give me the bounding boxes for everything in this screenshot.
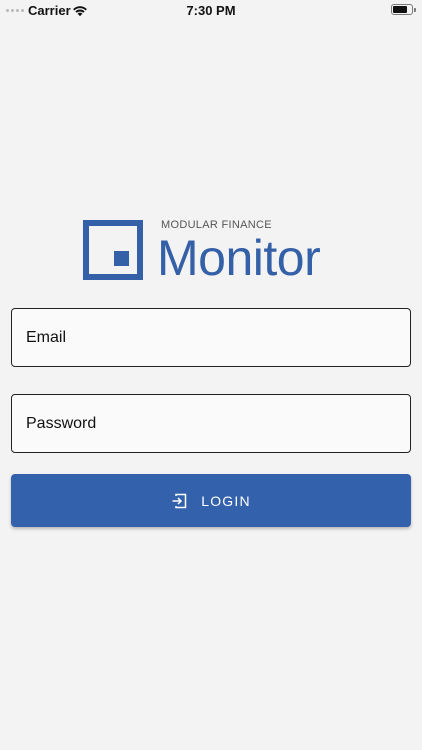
battery-level (393, 6, 408, 13)
status-bar: Carrier 7:30 PM (0, 0, 422, 22)
logo-product-name: Monitor (157, 230, 321, 286)
status-time: 7:30 PM (186, 3, 236, 18)
password-input[interactable] (11, 394, 411, 453)
app-logo: MODULAR FINANCE Monitor (83, 216, 343, 286)
logo-mark-dot (114, 251, 129, 266)
battery-tip (414, 8, 416, 12)
login-button-label: LOGIN (201, 492, 251, 509)
login-enter-icon (172, 493, 187, 508)
login-button[interactable]: LOGIN (11, 474, 411, 527)
logo-mark-icon (83, 220, 143, 280)
email-input[interactable] (11, 308, 411, 367)
battery-icon (391, 4, 413, 15)
